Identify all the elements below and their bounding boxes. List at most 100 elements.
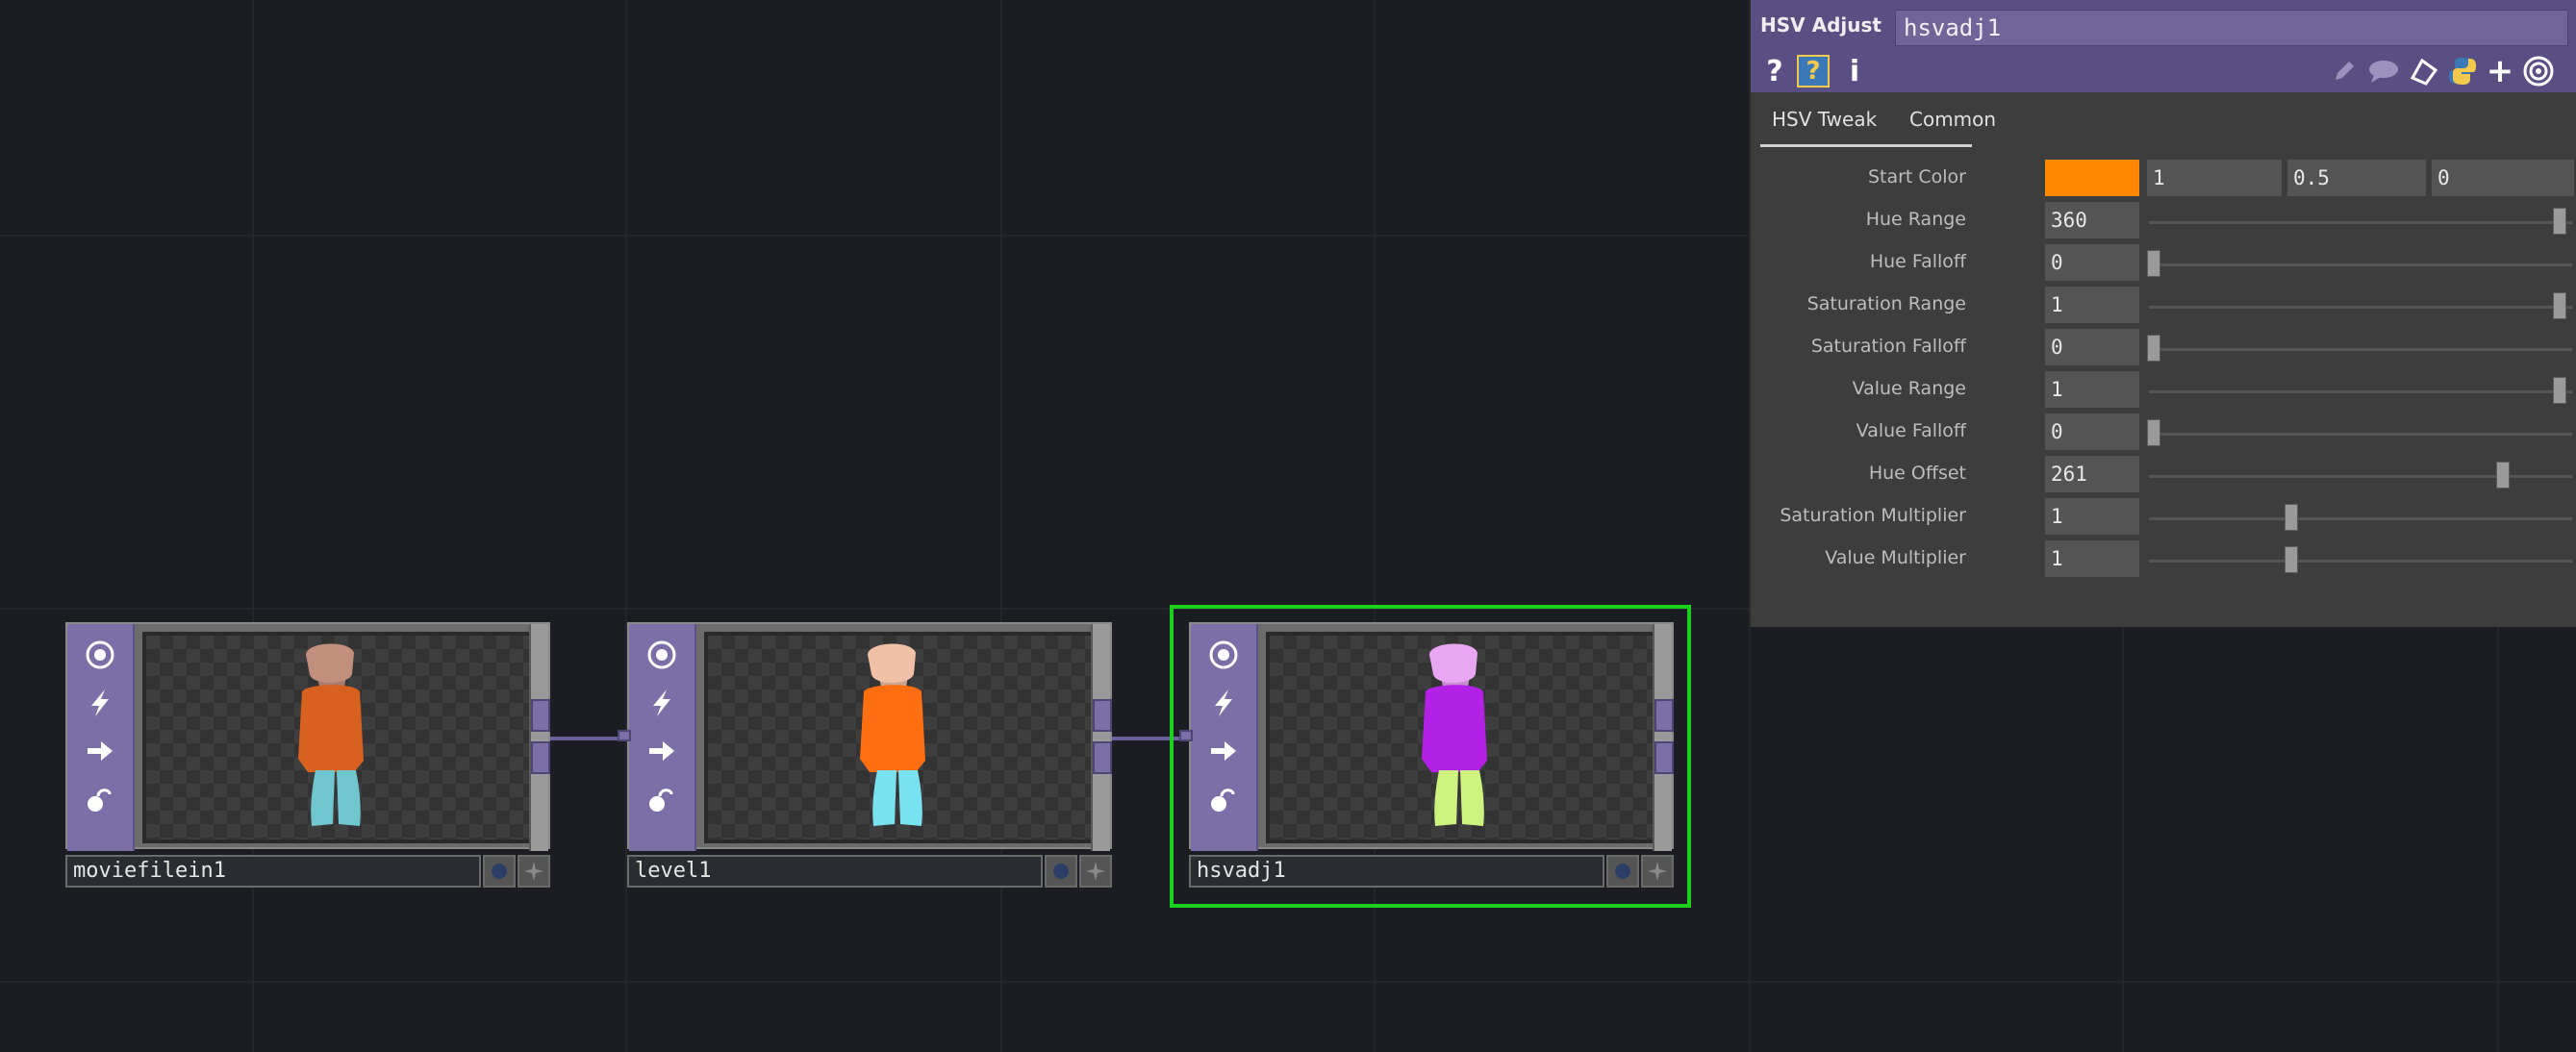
- start-color-blue-field[interactable]: 0: [2432, 160, 2574, 196]
- tab-common[interactable]: Common: [1909, 108, 1996, 131]
- node-footer: hsvadj1: [1189, 855, 1674, 888]
- figure-thumbnail: [860, 643, 925, 826]
- param-label: Start Color: [1867, 166, 1966, 188]
- hue-falloff-field[interactable]: 0: [2045, 244, 2139, 281]
- viewer-icon[interactable]: [1200, 632, 1247, 678]
- hue-range-slider-track[interactable]: [2149, 221, 2572, 224]
- hue-offset-slider-handle[interactable]: [2496, 462, 2510, 488]
- arrow-right-icon[interactable]: [1200, 728, 1247, 774]
- value-range-slider-handle[interactable]: [2553, 377, 2566, 404]
- saturation-falloff-slider-track[interactable]: [2149, 348, 2572, 351]
- lock-icon[interactable]: [77, 776, 123, 822]
- wire-moviefilein1-to-level1[interactable]: [550, 737, 627, 740]
- input-connector[interactable]: [1179, 730, 1193, 741]
- lock-icon[interactable]: [639, 776, 685, 822]
- target-icon[interactable]: [2520, 54, 2557, 88]
- operator-node[interactable]: moviefilein1: [65, 622, 550, 888]
- arrow-right-icon[interactable]: [77, 728, 123, 774]
- output-connector[interactable]: [531, 699, 550, 732]
- node-body[interactable]: [627, 622, 1112, 851]
- comment-icon[interactable]: [2364, 54, 2403, 88]
- output-connector[interactable]: [1654, 699, 1674, 732]
- param-label: Value Falloff: [1856, 420, 1966, 441]
- value-falloff-field[interactable]: 0: [2045, 413, 2139, 450]
- value-range-field[interactable]: 1: [2045, 371, 2139, 408]
- param-label: Value Range: [1852, 378, 1966, 399]
- value-multiplier-slider-handle[interactable]: [2285, 546, 2298, 573]
- saturation-range-field[interactable]: 1: [2045, 287, 2139, 323]
- value-multiplier-field[interactable]: 1: [2045, 540, 2139, 577]
- viewer-icon[interactable]: [639, 632, 685, 678]
- node-flag-bar: [629, 624, 696, 851]
- node-body[interactable]: [1189, 622, 1674, 851]
- bookmark-icon[interactable]: [2407, 54, 2441, 88]
- value-multiplier-slider-track[interactable]: [2149, 560, 2572, 563]
- operator-name-field[interactable]: hsvadj1: [1895, 10, 2568, 46]
- hue-range-field[interactable]: 360: [2045, 202, 2139, 238]
- node-viewer[interactable]: [704, 632, 1097, 843]
- param-label: Hue Offset: [1868, 463, 1966, 484]
- output-connector[interactable]: [1093, 699, 1112, 732]
- output-connector-2[interactable]: [1654, 741, 1674, 774]
- pencil-icon[interactable]: [2328, 54, 2361, 88]
- input-connector[interactable]: [618, 730, 631, 741]
- node-name-label[interactable]: moviefilein1: [65, 855, 481, 888]
- display-toggle-icon[interactable]: [1045, 855, 1077, 888]
- lock-icon[interactable]: [1200, 776, 1247, 822]
- node-body[interactable]: [65, 622, 550, 851]
- hue-range-slider-handle[interactable]: [2553, 208, 2566, 235]
- output-connector-2[interactable]: [531, 741, 550, 774]
- hue-falloff-slider-handle[interactable]: [2147, 250, 2160, 277]
- node-flag-bar: [67, 624, 135, 851]
- node-footer: level1: [627, 855, 1112, 888]
- value-falloff-slider-track[interactable]: [2149, 433, 2572, 436]
- python-help-icon[interactable]: ?: [1795, 54, 1831, 88]
- saturation-range-slider-track[interactable]: [2149, 306, 2572, 309]
- saturation-falloff-slider-handle[interactable]: [2147, 335, 2160, 362]
- display-toggle-icon[interactable]: [483, 855, 516, 888]
- node-output-bar: [1653, 624, 1672, 851]
- lightning-icon[interactable]: [77, 680, 123, 726]
- parameter-tabs: HSV Tweak Common: [1751, 100, 2576, 147]
- start-color-green-field[interactable]: 0.5: [2287, 160, 2426, 196]
- start-color-swatch[interactable]: [2045, 160, 2139, 196]
- saturation-multiplier-slider-handle[interactable]: [2285, 504, 2298, 531]
- viewer-icon[interactable]: [77, 632, 123, 678]
- display-toggle-icon[interactable]: [1606, 855, 1639, 888]
- plus-icon[interactable]: +: [2484, 52, 2516, 90]
- question-icon[interactable]: ?: [1760, 54, 1789, 88]
- value-range-slider-track[interactable]: [2149, 390, 2572, 393]
- saturation-multiplier-slider-track[interactable]: [2149, 517, 2572, 520]
- lightning-icon[interactable]: [639, 680, 685, 726]
- saturation-multiplier-field[interactable]: 1: [2045, 498, 2139, 535]
- node-viewer[interactable]: [1266, 632, 1658, 843]
- saturation-range-slider-handle[interactable]: [2553, 292, 2566, 319]
- param-row-saturation-multiplier: Saturation Multiplier 1: [1751, 496, 2576, 535]
- plus-icon[interactable]: [518, 855, 550, 888]
- operator-type-title: HSV Adjust: [1760, 13, 1881, 37]
- param-row-value-range: Value Range 1: [1751, 369, 2576, 408]
- active-tab-indicator: [1760, 144, 1972, 147]
- operator-node[interactable]: level1: [618, 622, 1112, 888]
- node-name-label[interactable]: level1: [627, 855, 1043, 888]
- tab-hsv-tweak[interactable]: HSV Tweak: [1772, 108, 1877, 131]
- plus-icon[interactable]: [1079, 855, 1112, 888]
- param-row-hue-falloff: Hue Falloff 0: [1751, 242, 2576, 281]
- value-falloff-slider-handle[interactable]: [2147, 419, 2160, 446]
- output-connector-2[interactable]: [1093, 741, 1112, 774]
- plus-icon[interactable]: [1641, 855, 1674, 888]
- node-name-label[interactable]: hsvadj1: [1189, 855, 1604, 888]
- start-color-red-field[interactable]: 1: [2147, 160, 2282, 196]
- lightning-icon[interactable]: [1200, 680, 1247, 726]
- hue-falloff-slider-track[interactable]: [2149, 263, 2572, 266]
- node-viewer[interactable]: [142, 632, 535, 843]
- arrow-right-icon[interactable]: [639, 728, 685, 774]
- hue-offset-field[interactable]: 261: [2045, 456, 2139, 492]
- info-icon[interactable]: i: [1843, 54, 1866, 88]
- saturation-falloff-field[interactable]: 0: [2045, 329, 2139, 365]
- parameter-panel: HSV Adjust hsvadj1 ? ? i + HSV Tweak Com…: [1749, 0, 2576, 627]
- python-icon[interactable]: [2445, 54, 2480, 88]
- param-label: Hue Falloff: [1869, 251, 1966, 272]
- param-row-saturation-falloff: Saturation Falloff 0: [1751, 327, 2576, 365]
- operator-node[interactable]: hsvadj1: [1179, 622, 1674, 888]
